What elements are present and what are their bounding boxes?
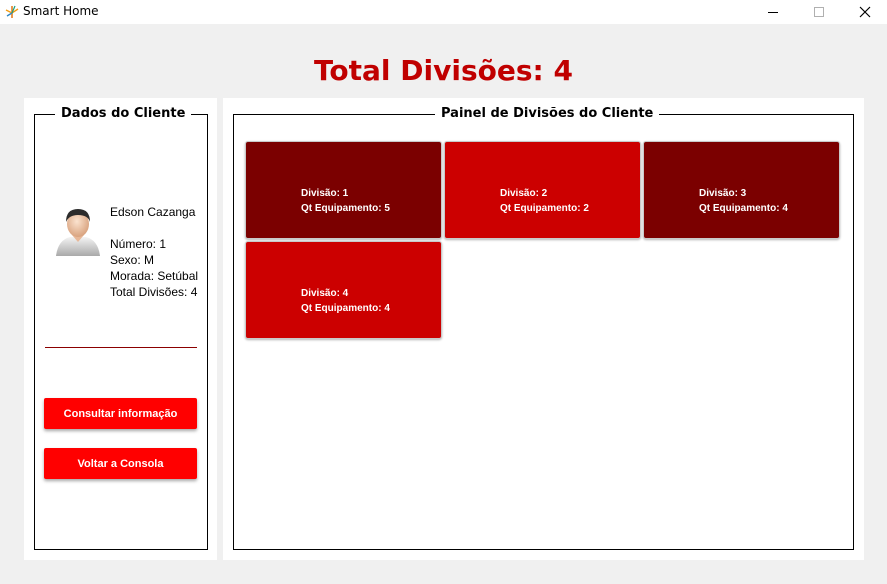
- divisions-groupbox: Painel de Divisões do Cliente Divisão: 1…: [233, 106, 854, 550]
- division-tile-text: Divisão: 2 Qt Equipamento: 2: [500, 186, 589, 216]
- division-tile-2[interactable]: Divisão: 2 Qt Equipamento: 2: [444, 141, 641, 239]
- window-title: Smart Home: [23, 4, 99, 18]
- close-icon: [859, 6, 871, 18]
- equipment-count: Qt Equipamento: 4: [699, 203, 788, 214]
- title-bar: Smart Home: [0, 0, 887, 24]
- app-logo-icon: [5, 5, 19, 18]
- total-divisions-title: Total Divisões: 4: [314, 54, 573, 87]
- consult-info-button[interactable]: Consultar informação: [44, 398, 197, 429]
- maximize-icon: [814, 7, 824, 17]
- maximize-button[interactable]: [796, 0, 842, 24]
- equipment-count: Qt Equipamento: 2: [500, 203, 589, 214]
- client-address: Morada: Setúbal: [110, 269, 199, 283]
- back-to-console-button[interactable]: Voltar a Consola: [44, 448, 197, 479]
- client-groupbox: Dados do Cliente Edson Cazanga Número: 1…: [34, 106, 208, 550]
- close-button[interactable]: [842, 0, 887, 24]
- client-groupbox-legend: Dados do Cliente: [55, 106, 192, 121]
- divider: [45, 347, 197, 348]
- division-tile-1[interactable]: Divisão: 1 Qt Equipamento: 5: [245, 141, 442, 239]
- client-name: Edson Cazanga: [110, 205, 196, 219]
- division-tile-text: Divisão: 3 Qt Equipamento: 4: [699, 186, 788, 216]
- division-label: Divisão: 4: [301, 288, 349, 299]
- equipment-count: Qt Equipamento: 5: [301, 203, 390, 214]
- equipment-count: Qt Equipamento: 4: [301, 303, 390, 314]
- client-number: Número: 1: [110, 237, 167, 251]
- divisions-panel: Painel de Divisões do Cliente Divisão: 1…: [223, 98, 864, 560]
- client-sex: Sexo: M: [110, 253, 155, 267]
- minimize-button[interactable]: [750, 0, 796, 24]
- minimize-icon: [768, 12, 778, 13]
- divisions-groupbox-legend: Painel de Divisões do Cliente: [435, 106, 660, 121]
- division-tile-4[interactable]: Divisão: 4 Qt Equipamento: 4: [245, 241, 442, 339]
- division-label: Divisão: 3: [699, 188, 747, 199]
- user-avatar-icon: [56, 209, 100, 256]
- client-total-divisions: Total Divisões: 4: [110, 285, 198, 299]
- division-tile-text: Divisão: 1 Qt Equipamento: 5: [301, 186, 390, 216]
- client-panel: Dados do Cliente Edson Cazanga Número: 1…: [24, 98, 217, 560]
- division-tile-text: Divisão: 4 Qt Equipamento: 4: [301, 286, 390, 316]
- division-tile-3[interactable]: Divisão: 3 Qt Equipamento: 4: [643, 141, 840, 239]
- division-label: Divisão: 2: [500, 188, 548, 199]
- division-label: Divisão: 1: [301, 188, 349, 199]
